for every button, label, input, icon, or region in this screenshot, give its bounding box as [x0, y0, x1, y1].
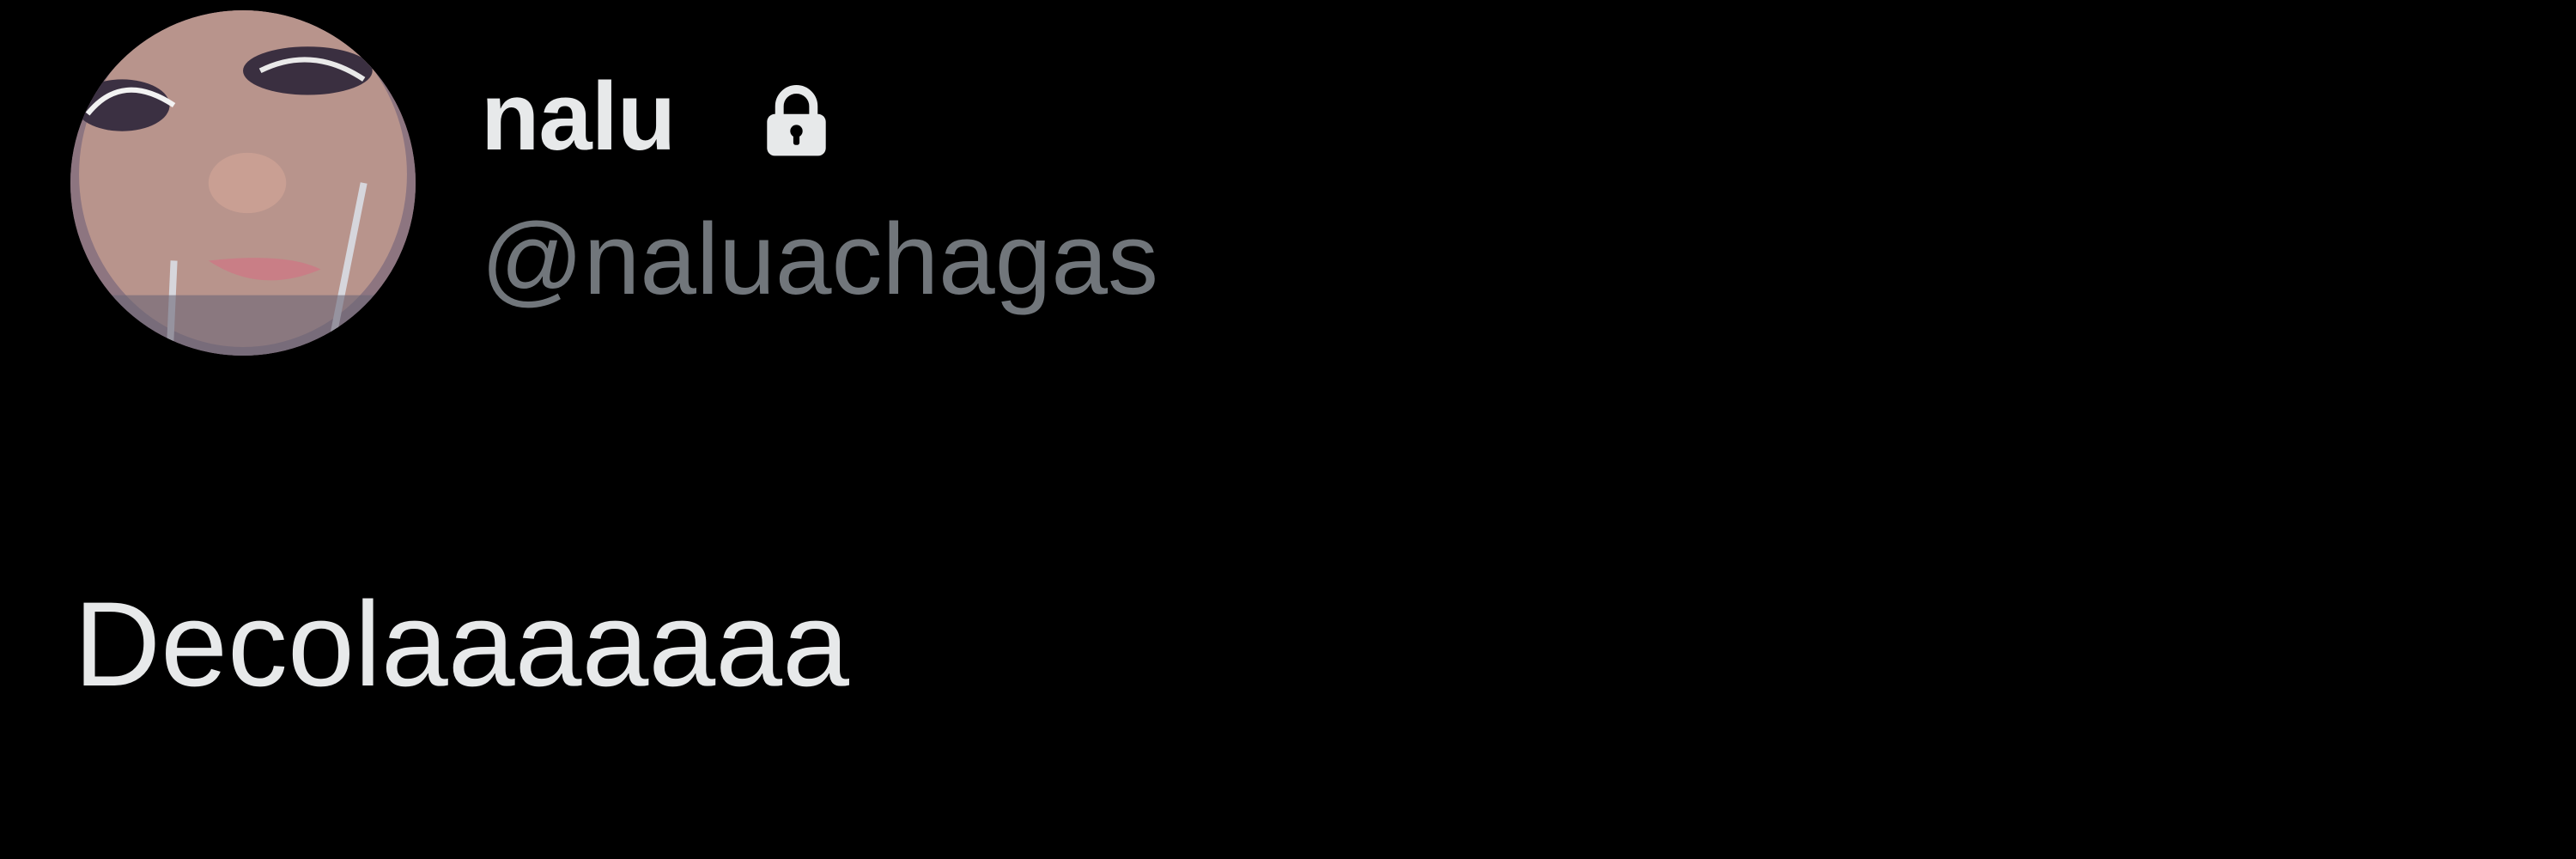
display-name[interactable]: nalu: [481, 57, 676, 177]
avatar[interactable]: [70, 10, 416, 356]
user-handle[interactable]: @naluachagas: [481, 199, 1158, 320]
tweet-text: Decolaaaaaaa: [74, 576, 849, 711]
avatar-photo: [70, 10, 416, 356]
tweet-card: nalu @naluachagas Decolaaaaaaa: [0, 0, 2576, 859]
lock-icon: [756, 82, 837, 159]
